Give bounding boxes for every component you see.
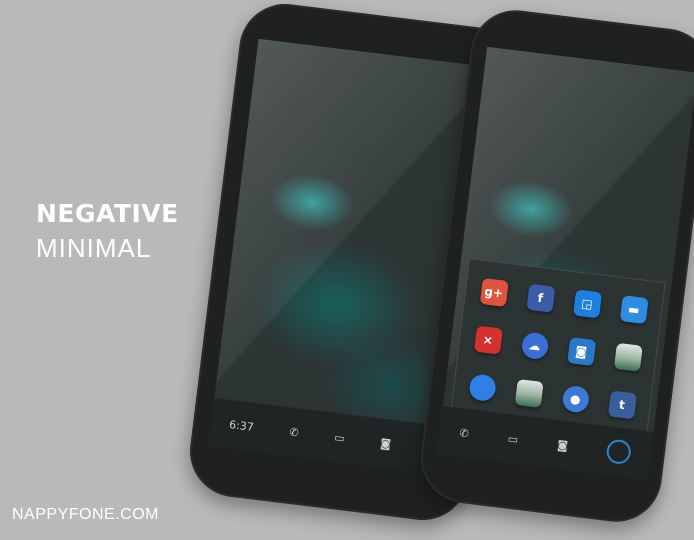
photo-app-icon[interactable]	[514, 378, 544, 408]
facebook-icon[interactable]: f	[525, 283, 555, 313]
phone-icon[interactable]: ✆	[459, 426, 470, 440]
headline-minimal: MINIMAL	[36, 233, 152, 263]
folder-icon[interactable]: ▬	[619, 295, 649, 325]
clock-text: 6:37	[228, 417, 255, 434]
foursquare-icon[interactable]: ◲	[572, 289, 602, 319]
messages-icon[interactable]: ▭	[507, 432, 519, 446]
messages-icon[interactable]: ▭	[334, 430, 346, 444]
camera-icon[interactable]: ◙	[380, 436, 392, 450]
brand-watermark: NAPPYFONE.COM	[12, 506, 159, 523]
phone-icon[interactable]: ✆	[289, 425, 300, 439]
blue-circle-app-icon[interactable]	[467, 373, 497, 403]
weather-icon[interactable]: ☁	[520, 331, 550, 361]
google-plus-icon[interactable]: g+	[479, 277, 509, 307]
tumblr-icon[interactable]: t	[607, 390, 637, 420]
white-dot-app-icon[interactable]: ●	[560, 384, 590, 414]
camera-icon[interactable]: ◙	[557, 438, 569, 452]
right-phone-screen: g+ f ◲ ▬ × ☁ ◙ ● t ✆ ▭ ◙	[437, 46, 694, 480]
gallery-icon[interactable]	[613, 342, 643, 372]
close-app-icon[interactable]: ×	[473, 325, 503, 355]
headline-negative: NEGATIVE	[36, 199, 179, 228]
instagram-icon[interactable]: ◙	[566, 337, 596, 366]
app-drawer-button[interactable]	[605, 438, 633, 466]
